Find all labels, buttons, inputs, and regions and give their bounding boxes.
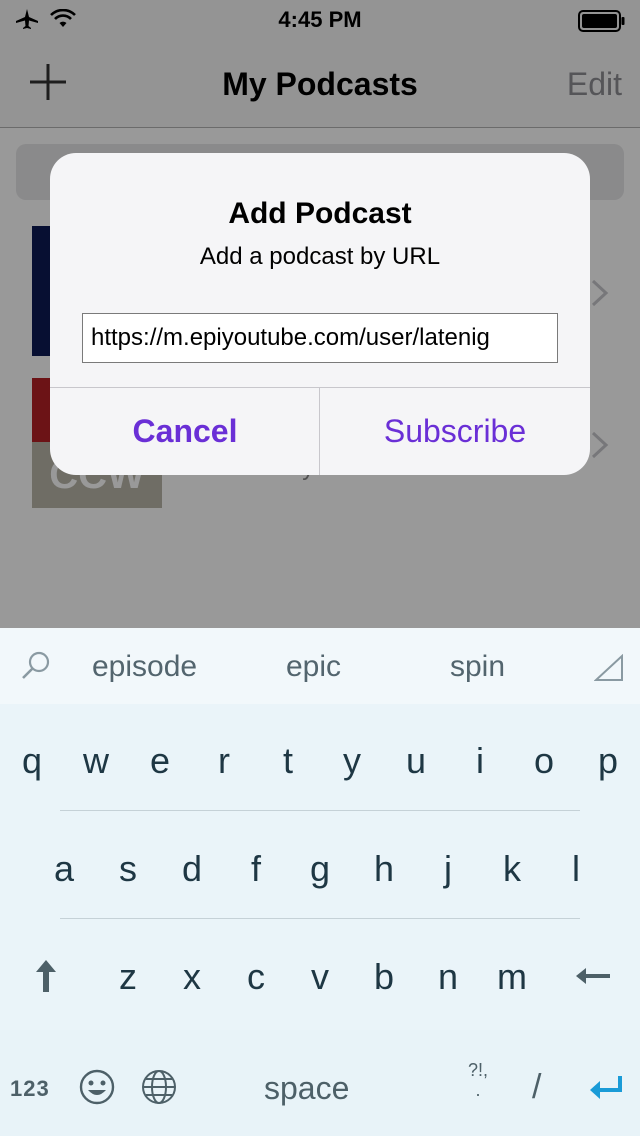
key-j[interactable]: j [418,848,478,890]
numbers-key[interactable]: 123 [10,1076,50,1102]
slash-key[interactable]: / [532,1068,541,1107]
suggestion-1[interactable]: episode [92,650,197,684]
keyboard-row-divider [60,918,580,919]
key-n[interactable]: n [418,956,478,998]
key-c[interactable]: c [226,956,286,998]
search-icon[interactable] [20,650,52,682]
keyboard-keys: q w e r t y u i o p a s d f g h j k l z … [0,704,640,1136]
key-f[interactable]: f [226,848,286,890]
keyboard-bottom-row: 123 space ?!,. / [0,1030,640,1136]
subscribe-button[interactable]: Subscribe [320,387,590,475]
suggestion-2[interactable]: epic [286,650,341,684]
key-q[interactable]: q [2,740,62,782]
key-p[interactable]: p [578,740,638,782]
key-l[interactable]: l [546,848,606,890]
key-s[interactable]: s [98,848,158,890]
punctuation-key-label: ?!, [467,1060,488,1080]
shift-icon[interactable] [34,958,58,994]
key-g[interactable]: g [290,848,350,890]
key-r[interactable]: r [194,740,254,782]
key-v[interactable]: v [290,956,350,998]
key-d[interactable]: d [162,848,222,890]
space-key[interactable]: space [264,1070,349,1107]
keyboard-row-divider [60,810,580,811]
emoji-icon[interactable] [78,1068,116,1106]
key-x[interactable]: x [162,956,222,998]
key-h[interactable]: h [354,848,414,890]
key-m[interactable]: m [482,956,542,998]
dialog-title: Add Podcast [228,197,412,230]
key-u[interactable]: u [386,740,446,782]
key-b[interactable]: b [354,956,414,998]
backspace-icon[interactable] [574,966,612,986]
key-o[interactable]: o [514,740,574,782]
key-k[interactable]: k [482,848,542,890]
return-icon[interactable] [588,1074,626,1102]
key-e[interactable]: e [130,740,190,782]
globe-icon[interactable] [140,1068,178,1106]
cancel-button[interactable]: Cancel [50,387,320,475]
key-z[interactable]: z [98,956,158,998]
url-input[interactable]: https://m.epiyoutube.com/user/latenig [82,313,558,363]
dialog-message: Add a podcast by URL [199,243,441,270]
keyboard: episode epic spin q w e r t y u i o p a … [0,628,640,1136]
key-t[interactable]: t [258,740,318,782]
key-w[interactable]: w [66,740,126,782]
add-podcast-dialog: Add Podcast Add a podcast by URL https:/… [50,153,590,475]
key-i[interactable]: i [450,740,510,782]
suggestion-3[interactable]: spin [450,650,505,684]
key-y[interactable]: y [322,740,382,782]
suggestion-bar: episode epic spin [0,628,640,704]
punctuation-key[interactable]: ?!,. [464,1060,492,1100]
key-a[interactable]: a [34,848,94,890]
expand-suggestions-icon[interactable] [594,654,624,682]
